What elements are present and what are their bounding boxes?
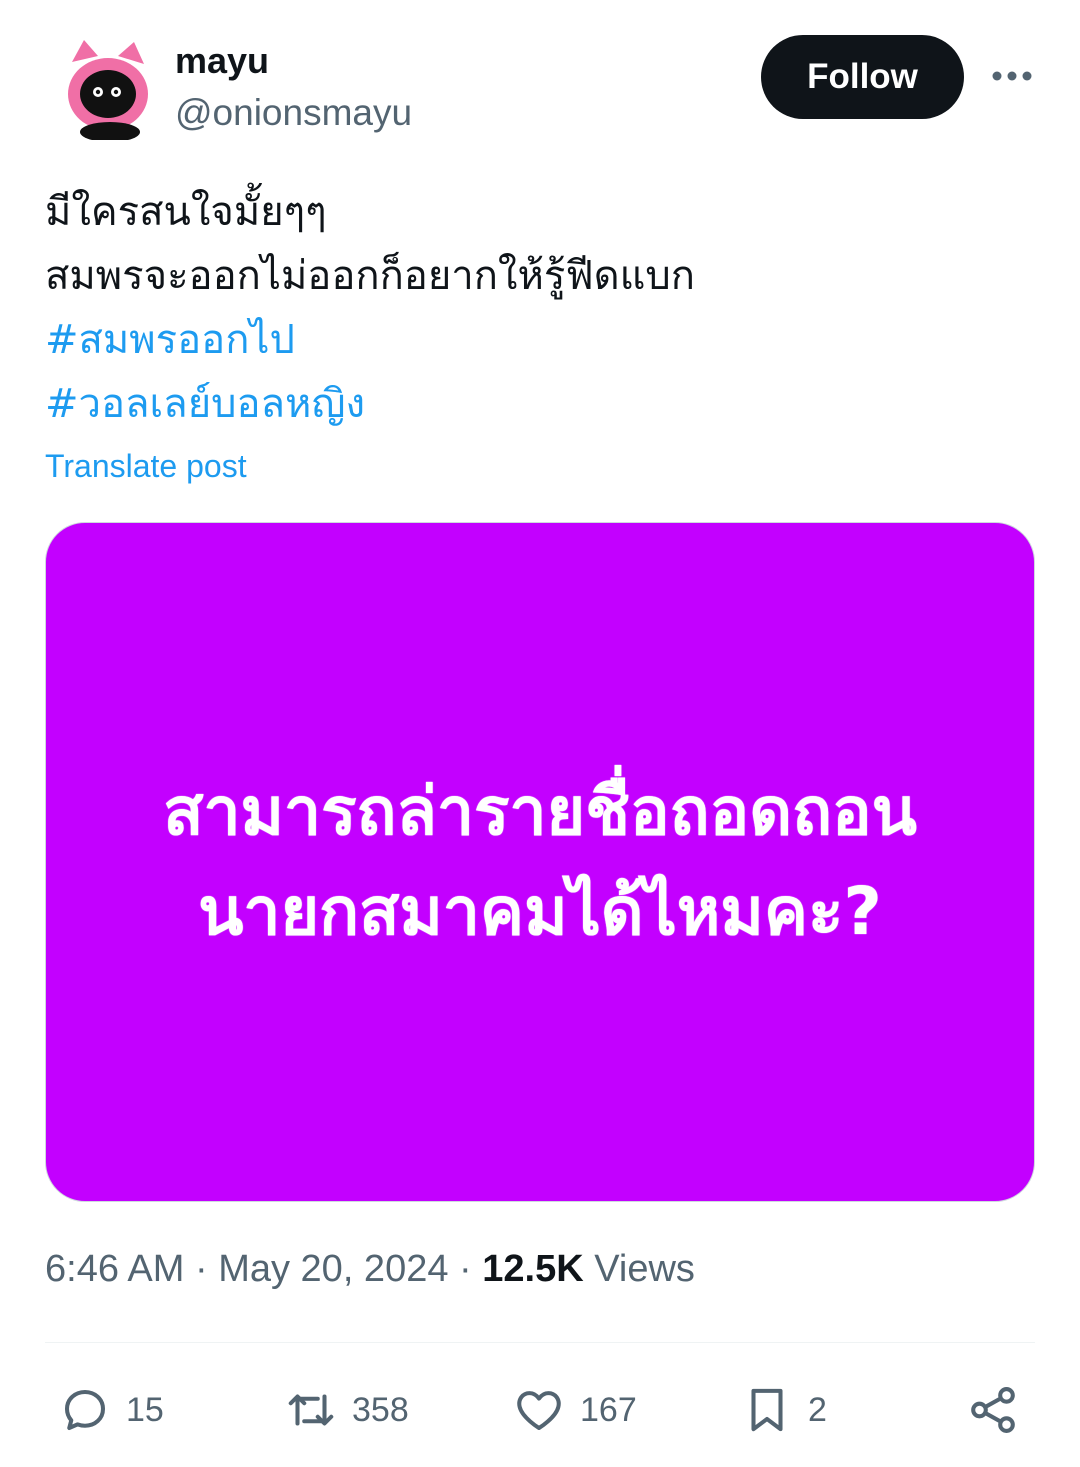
repost-icon <box>288 1394 334 1426</box>
divider <box>45 1342 1035 1343</box>
translate-post-link[interactable]: Translate post <box>45 448 247 485</box>
bookmark-count: 2 <box>808 1390 827 1429</box>
repost-button[interactable]: 358 <box>284 1370 409 1450</box>
views-count: 12.5K <box>482 1248 595 1290</box>
media-text-line: สามารถล่ารายชื่อถอดถอน <box>163 773 917 850</box>
bookmark-icon <box>751 1388 783 1432</box>
views-label: Views <box>594 1248 695 1290</box>
action-bar: 15 358 167 2 <box>0 1370 1080 1450</box>
media-text-line: นายกสมาคมได้ไหมคะ? <box>198 873 882 950</box>
post-media-image[interactable]: สามารถล่ารายชื่อถอดถอน นายกสมาคมได้ไหมคะ… <box>45 522 1035 1202</box>
hashtag-link[interactable]: #วอลเลย์บอลหญิง <box>45 372 695 436</box>
post-header: mayu @onionsmayu Follow <box>0 0 1080 150</box>
repost-count: 358 <box>352 1390 409 1429</box>
like-button[interactable]: 167 <box>512 1370 637 1450</box>
pink-cat-avatar-icon <box>68 40 148 142</box>
hashtag-link[interactable]: #สมพรออกไป <box>45 308 695 372</box>
post-text-line: มีใครสนใจมั้ยๆๆ <box>45 189 327 235</box>
share-button[interactable] <box>966 1370 1020 1450</box>
bookmark-button[interactable]: 2 <box>740 1370 827 1450</box>
reply-icon <box>64 1389 106 1431</box>
more-horizontal-icon <box>992 71 1032 81</box>
avatar[interactable] <box>62 40 154 142</box>
meta-separator: · <box>194 1248 219 1290</box>
user-handle[interactable]: @onionsmayu <box>175 92 412 134</box>
display-name[interactable]: mayu <box>175 40 269 82</box>
post-body: มีใครสนใจมั้ยๆๆ สมพรจะออกไม่ออกก็อยากให้… <box>45 180 695 436</box>
heart-icon <box>517 1391 561 1431</box>
follow-button[interactable]: Follow <box>761 35 964 119</box>
share-icon <box>971 1387 1015 1433</box>
more-options-button[interactable] <box>988 58 1036 94</box>
like-count: 167 <box>580 1390 637 1429</box>
post-metadata: 6:46 AM · May 20, 2024 · 12.5K Views <box>45 1248 695 1291</box>
post-time[interactable]: 6:46 AM <box>45 1248 184 1290</box>
post-text-line: สมพรจะออกไม่ออกก็อยากให้รู้ฟีดแบก <box>45 253 695 299</box>
post-date[interactable]: May 20, 2024 <box>218 1248 448 1290</box>
meta-separator: · <box>459 1248 483 1290</box>
reply-button[interactable]: 15 <box>58 1370 164 1450</box>
reply-count: 15 <box>126 1390 164 1429</box>
